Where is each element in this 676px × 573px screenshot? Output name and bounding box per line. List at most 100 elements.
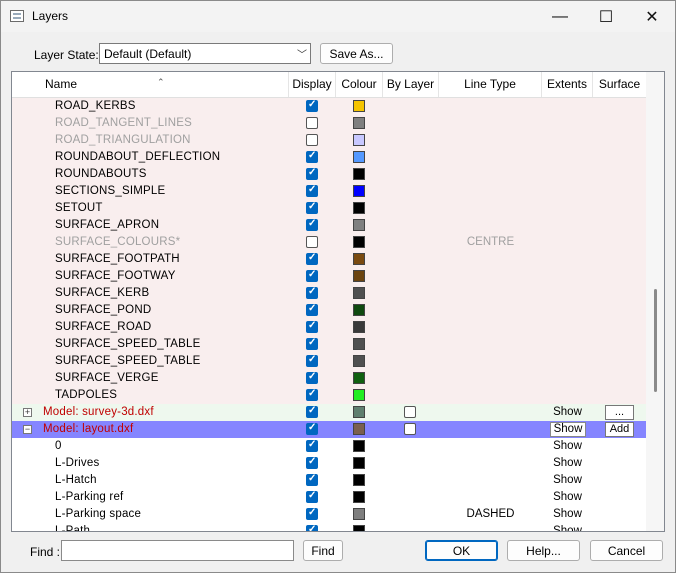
display-checkbox[interactable] [306, 473, 318, 486]
colour-swatch[interactable] [353, 491, 365, 503]
expand-icon[interactable]: + [23, 408, 32, 417]
table-row[interactable]: SURFACE_VERGE [12, 370, 646, 387]
column-header-extents[interactable]: Extents [542, 72, 593, 97]
colour-swatch[interactable] [353, 372, 365, 384]
extents-show[interactable]: Show [542, 438, 593, 455]
table-row[interactable]: ROUNDABOUT_DEFLECTION [12, 149, 646, 166]
display-checkbox[interactable] [306, 269, 318, 282]
table-row[interactable]: ROAD_KERBS [12, 98, 646, 115]
colour-swatch[interactable] [353, 457, 365, 469]
colour-swatch[interactable] [353, 185, 365, 197]
colour-swatch[interactable] [353, 304, 365, 316]
table-row[interactable]: ROUNDABOUTS [12, 166, 646, 183]
display-checkbox[interactable] [306, 490, 318, 503]
table-row[interactable]: L-Hatch Show [12, 472, 646, 489]
table-row[interactable]: SECTIONS_SIMPLE [12, 183, 646, 200]
table-row[interactable]: SURFACE_FOOTWAY [12, 268, 646, 285]
surface-browse-button[interactable]: ... [605, 405, 634, 420]
surface-add-button[interactable]: Add [605, 422, 634, 437]
display-checkbox[interactable] [306, 507, 318, 520]
display-checkbox[interactable] [306, 354, 318, 367]
table-row[interactable]: SURFACE_COLOURS* CENTRE [12, 234, 646, 251]
model-row[interactable]: + Model: survey-3d.dxf Show... [12, 404, 646, 421]
colour-swatch[interactable] [353, 134, 365, 146]
colour-swatch[interactable] [353, 423, 365, 435]
table-row[interactable]: 0 Show [12, 438, 646, 455]
colour-swatch[interactable] [353, 100, 365, 112]
display-checkbox[interactable] [306, 117, 318, 129]
colour-swatch[interactable] [353, 338, 365, 350]
table-row[interactable]: ROAD_TANGENT_LINES [12, 115, 646, 132]
column-header-surface[interactable]: Surface [593, 72, 646, 97]
colour-swatch[interactable] [353, 525, 365, 531]
colour-swatch[interactable] [353, 117, 365, 129]
display-checkbox[interactable] [306, 405, 318, 418]
display-checkbox[interactable] [306, 524, 318, 531]
minimize-icon[interactable]: — [537, 1, 583, 32]
ok-button[interactable]: OK [425, 540, 498, 561]
extents-show[interactable]: Show [542, 523, 593, 531]
extents-show[interactable]: Show [542, 489, 593, 506]
column-header-line-type[interactable]: Line Type [439, 72, 542, 97]
extents-show[interactable]: Show [550, 422, 586, 437]
colour-swatch[interactable] [353, 270, 365, 282]
display-checkbox[interactable] [306, 184, 318, 197]
colour-swatch[interactable] [353, 202, 365, 214]
layer-state-select[interactable]: Default (Default) ﹀ [99, 43, 311, 64]
colour-swatch[interactable] [353, 389, 365, 401]
find-input[interactable] [61, 540, 294, 561]
maximize-icon[interactable]: ☐ [583, 1, 629, 32]
table-row[interactable]: L-Drives Show [12, 455, 646, 472]
colour-swatch[interactable] [353, 321, 365, 333]
display-checkbox[interactable] [306, 201, 318, 214]
table-row[interactable]: ROAD_TRIANGULATION [12, 132, 646, 149]
table-row[interactable]: L-Parking space DASHEDShow [12, 506, 646, 523]
table-row[interactable]: L-Parking ref Show [12, 489, 646, 506]
extents-show[interactable]: Show [542, 506, 593, 523]
line-type-value[interactable]: CENTRE [439, 234, 542, 251]
colour-swatch[interactable] [353, 219, 365, 231]
extents-show[interactable]: Show [542, 404, 593, 421]
column-header-display[interactable]: Display [289, 72, 336, 97]
table-row[interactable]: SURFACE_KERB [12, 285, 646, 302]
colour-swatch[interactable] [353, 355, 365, 367]
column-header-by-layer[interactable]: By Layer [383, 72, 439, 97]
display-checkbox[interactable] [306, 134, 318, 146]
extents-show[interactable]: Show [542, 472, 593, 489]
display-checkbox[interactable] [306, 99, 318, 112]
column-header-name[interactable]: ⌃ Name [12, 72, 289, 97]
display-checkbox[interactable] [306, 337, 318, 350]
table-row[interactable]: SURFACE_ROAD [12, 319, 646, 336]
colour-swatch[interactable] [353, 406, 365, 418]
extents-show[interactable]: Show [542, 455, 593, 472]
display-checkbox[interactable] [306, 252, 318, 265]
table-row[interactable]: L-Path Show [12, 523, 646, 531]
colour-swatch[interactable] [353, 508, 365, 520]
colour-swatch[interactable] [353, 236, 365, 248]
display-checkbox[interactable] [306, 236, 318, 248]
table-row[interactable]: SETOUT [12, 200, 646, 217]
vertical-scrollbar[interactable] [646, 72, 664, 531]
table-row[interactable]: SURFACE_SPEED_TABLE [12, 336, 646, 353]
display-checkbox[interactable] [306, 439, 318, 452]
scrollbar-thumb[interactable] [654, 289, 657, 392]
find-button[interactable]: Find [303, 540, 343, 561]
save-as-button[interactable]: Save As... [320, 43, 393, 64]
display-checkbox[interactable] [306, 388, 318, 401]
table-row[interactable]: SURFACE_APRON [12, 217, 646, 234]
by-layer-checkbox[interactable] [404, 406, 416, 418]
colour-swatch[interactable] [353, 151, 365, 163]
colour-swatch[interactable] [353, 440, 365, 452]
colour-swatch[interactable] [353, 168, 365, 180]
display-checkbox[interactable] [306, 422, 318, 435]
display-checkbox[interactable] [306, 218, 318, 231]
colour-swatch[interactable] [353, 253, 365, 265]
collapse-icon[interactable]: − [23, 425, 32, 434]
display-checkbox[interactable] [306, 150, 318, 163]
display-checkbox[interactable] [306, 286, 318, 299]
by-layer-checkbox[interactable] [404, 423, 416, 435]
display-checkbox[interactable] [306, 320, 318, 333]
close-icon[interactable]: ✕ [629, 1, 675, 32]
table-row[interactable]: SURFACE_SPEED_TABLE [12, 353, 646, 370]
model-row[interactable]: − Model: layout.dxf Show Add [12, 421, 646, 438]
